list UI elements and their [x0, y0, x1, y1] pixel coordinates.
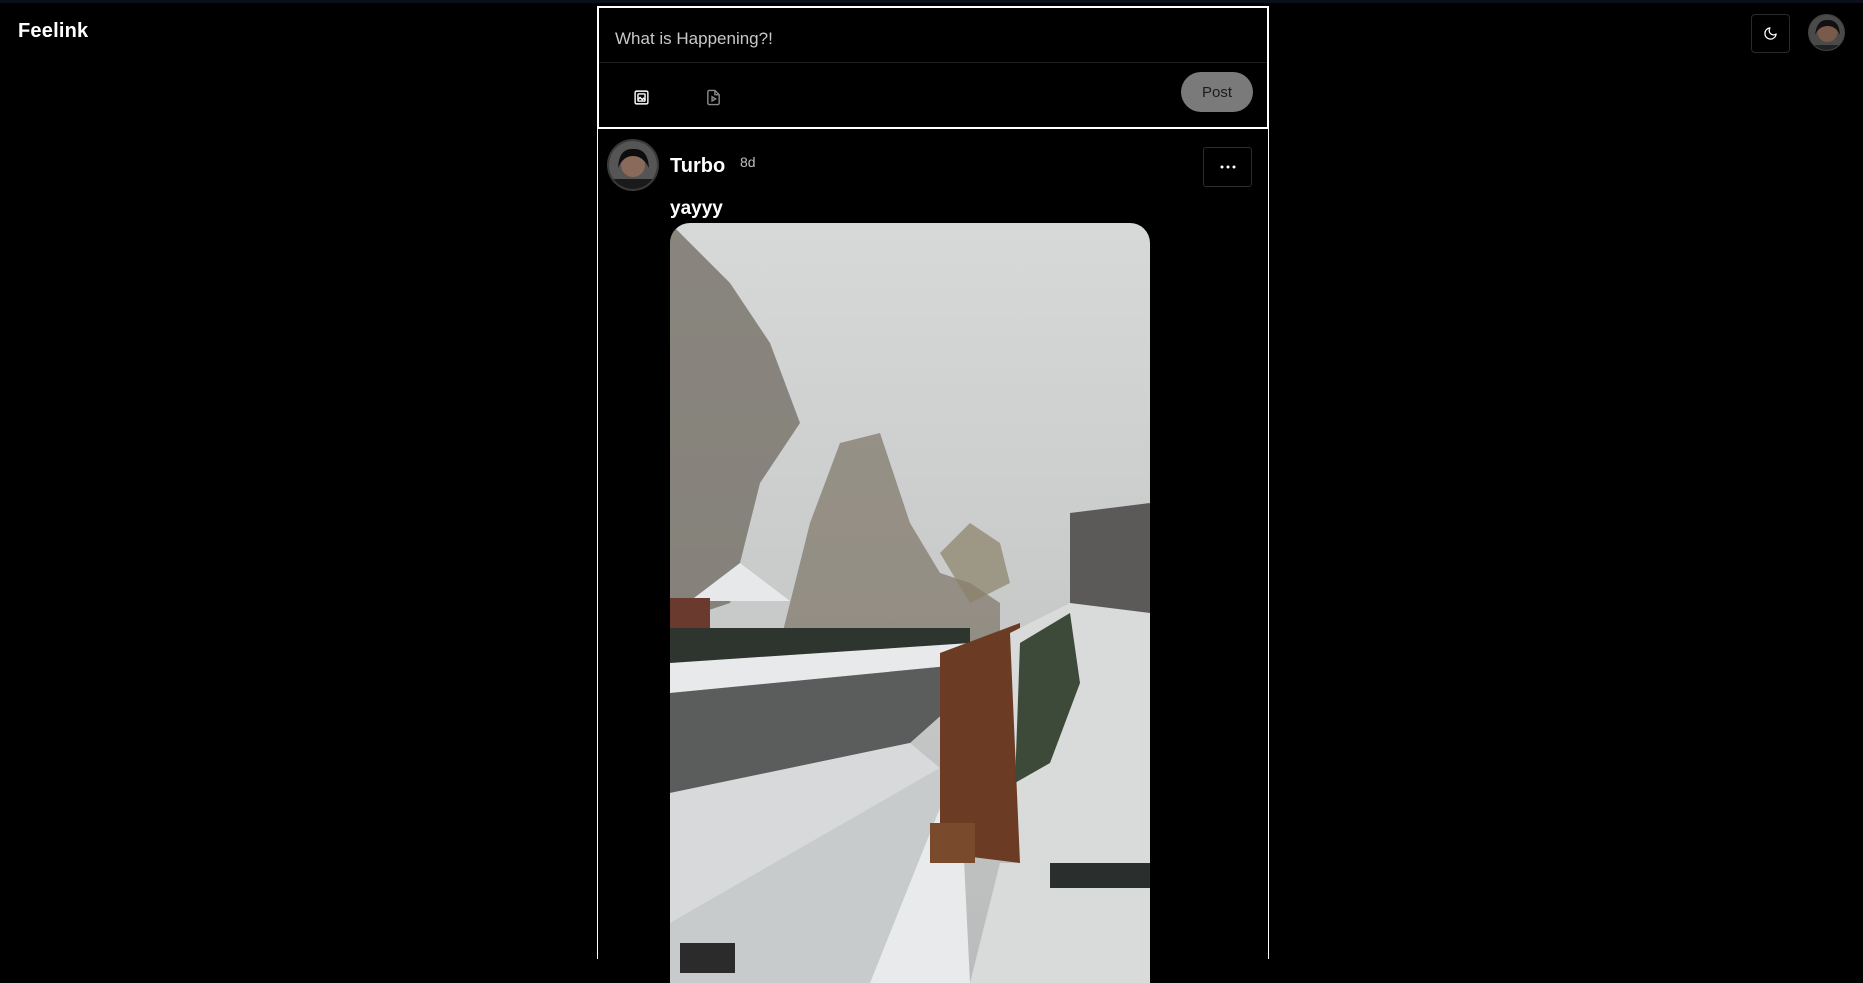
- composer-divider: [599, 62, 1267, 63]
- image-icon: [633, 89, 649, 105]
- post-input[interactable]: [613, 22, 1257, 56]
- post-author-avatar[interactable]: [607, 139, 659, 191]
- moon-icon: [1764, 27, 1777, 40]
- top-border: [0, 0, 1863, 3]
- user-avatar[interactable]: [1808, 14, 1845, 51]
- ellipsis-icon: [1220, 165, 1235, 169]
- theme-toggle-button[interactable]: [1751, 14, 1790, 53]
- avatar-image: [1809, 15, 1844, 50]
- add-image-button[interactable]: [629, 85, 653, 109]
- app-logo[interactable]: Feelink: [18, 20, 88, 43]
- post-composer: Post: [597, 6, 1269, 129]
- add-video-button[interactable]: [701, 85, 725, 109]
- post-more-button[interactable]: [1203, 147, 1252, 187]
- avatar-image: [609, 141, 657, 189]
- post-button[interactable]: Post: [1181, 72, 1253, 112]
- post-photo[interactable]: [670, 223, 1150, 983]
- post-feed: Turbo 8d yayyy: [597, 129, 1269, 983]
- snowy-street-photo: [670, 223, 1150, 983]
- post-text: yayyy: [670, 198, 723, 219]
- video-file-icon: [706, 89, 720, 105]
- post-username[interactable]: Turbo: [670, 155, 725, 178]
- post-timestamp: 8d: [740, 154, 756, 170]
